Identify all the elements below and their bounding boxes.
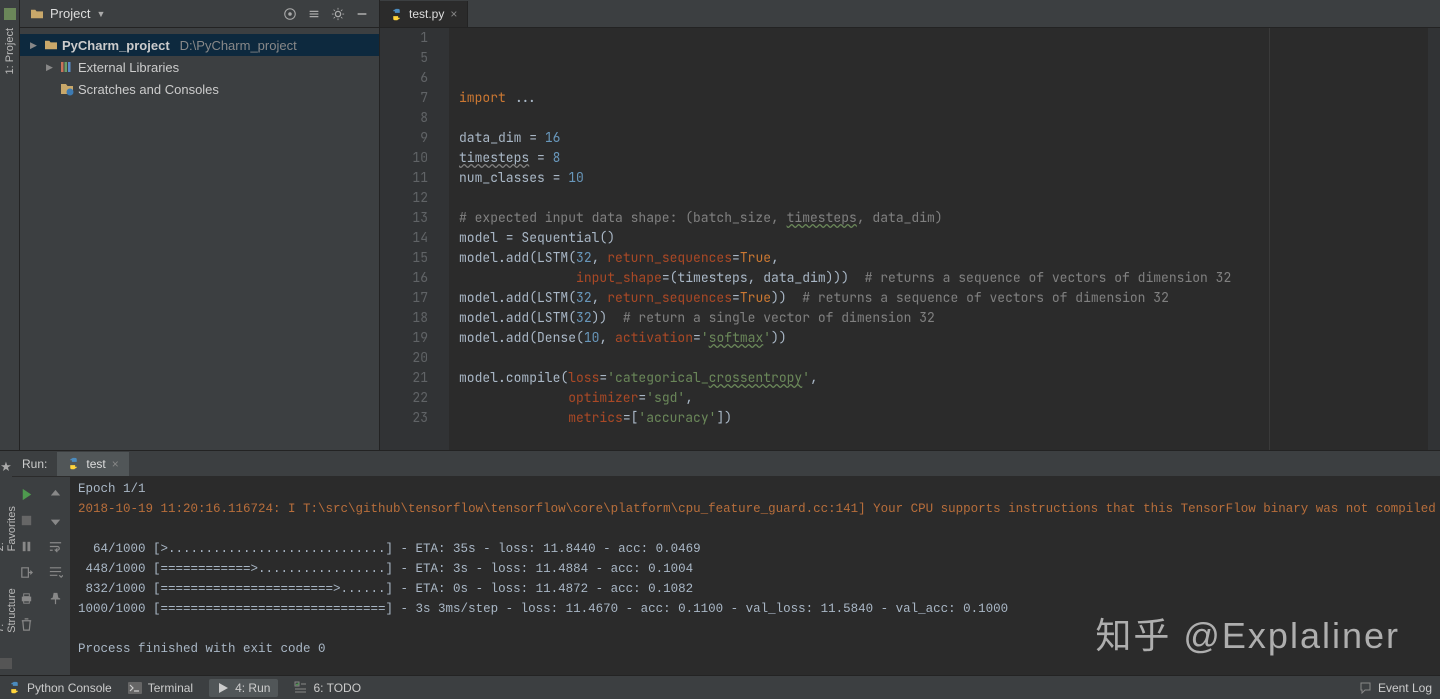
favorites-icon[interactable]: ★: [0, 459, 12, 475]
run-tab[interactable]: test ×: [57, 452, 128, 476]
fold-column[interactable]: [435, 28, 449, 450]
stop-icon[interactable]: [19, 513, 34, 528]
editor-area: test.py × 156789101112131415161718192021…: [380, 0, 1440, 450]
collapse-icon[interactable]: [307, 7, 321, 21]
tree-item-libraries[interactable]: ▶ External Libraries: [20, 56, 379, 78]
terminal-icon: [128, 682, 142, 694]
editor-tab-test[interactable]: test.py ×: [380, 1, 468, 27]
tree-root[interactable]: ▶ PyCharm_project D:\PyCharm_project: [20, 34, 379, 56]
up-icon[interactable]: [48, 487, 63, 502]
trash-icon[interactable]: [19, 617, 34, 632]
structure-tab[interactable]: 7: Structure: [0, 582, 18, 633]
run-icon: [217, 682, 229, 694]
pause-icon[interactable]: [19, 539, 34, 554]
project-tool-icon[interactable]: [4, 8, 16, 20]
library-icon: [60, 60, 74, 74]
tree-root-path: D:\PyCharm_project: [180, 38, 297, 53]
run-toolbar: [12, 477, 70, 675]
margin-line: [1269, 28, 1270, 450]
close-icon[interactable]: ×: [450, 7, 457, 21]
tree-item-scratches[interactable]: ▶ Scratches and Consoles: [20, 78, 379, 100]
run-header: Run: test ×: [12, 451, 1440, 477]
project-tree[interactable]: ▶ PyCharm_project D:\PyCharm_project ▶ E…: [20, 28, 379, 106]
down-icon[interactable]: [48, 513, 63, 528]
target-icon[interactable]: [283, 7, 297, 21]
status-bar: Python Console Terminal 4: Run 6: TODO E…: [0, 675, 1440, 699]
sb-todo[interactable]: 6: TODO: [294, 681, 361, 695]
sb-run[interactable]: 4: Run: [209, 679, 278, 697]
editor[interactable]: 1567891011121314151617181920212223 impor…: [380, 28, 1440, 450]
rerun-icon[interactable]: [19, 487, 34, 502]
print-icon[interactable]: [19, 591, 34, 606]
tree-item-label: External Libraries: [78, 60, 179, 75]
event-log-icon: [1359, 681, 1372, 694]
sb-event-log[interactable]: Event Log: [1359, 681, 1432, 695]
console-output[interactable]: Epoch 1/12018-10-19 11:20:16.116724: I T…: [70, 477, 1440, 675]
tree-item-label: Scratches and Consoles: [78, 82, 219, 97]
project-tool-tab[interactable]: 1: Project: [4, 28, 16, 74]
line-gutter[interactable]: 1567891011121314151617181920212223: [380, 28, 435, 450]
scratches-icon: [60, 82, 74, 96]
editor-tabs: test.py ×: [380, 0, 1440, 28]
run-section: ★ 2: Favorites 7: Structure Run: test ×: [0, 450, 1440, 675]
expand-icon[interactable]: ▶: [46, 62, 56, 73]
project-pane: Project ▼ ▶ PyCharm_project D:\PyCharm_p…: [20, 0, 380, 450]
gear-icon[interactable]: [331, 7, 345, 21]
expand-icon[interactable]: ▶: [30, 40, 40, 51]
python-file-icon: [67, 457, 80, 470]
run-label: Run:: [12, 457, 57, 471]
error-stripe[interactable]: [1428, 28, 1440, 450]
project-view-selector[interactable]: Project ▼: [30, 6, 105, 21]
python-file-icon: [390, 8, 403, 21]
left-tool-bar: 1: Project: [0, 0, 20, 450]
folder-icon: [44, 39, 58, 51]
python-icon: [8, 681, 21, 694]
tab-label: test.py: [409, 7, 444, 21]
code-area[interactable]: import ...data_dim = 16timesteps = 8num_…: [449, 28, 1440, 450]
chevron-down-icon: ▼: [96, 9, 105, 19]
pin-icon[interactable]: [48, 591, 63, 606]
sb-terminal[interactable]: Terminal: [128, 681, 193, 695]
todo-icon: [294, 681, 307, 694]
scroll-icon[interactable]: [48, 565, 63, 580]
close-icon[interactable]: ×: [112, 457, 119, 471]
toolwin-icon[interactable]: [0, 658, 12, 669]
folder-icon: [30, 8, 44, 20]
project-label: Project: [50, 6, 90, 21]
exit-icon[interactable]: [19, 565, 34, 580]
hide-icon[interactable]: [355, 7, 369, 21]
sb-python-console[interactable]: Python Console: [8, 681, 112, 695]
project-header: Project ▼: [20, 0, 379, 28]
run-tab-label: test: [86, 457, 105, 471]
tree-root-name: PyCharm_project: [62, 38, 170, 53]
wrap-icon[interactable]: [48, 539, 63, 554]
favorites-tab[interactable]: 2: Favorites: [0, 500, 18, 551]
left-tool-bar-lower: ★ 2: Favorites 7: Structure: [0, 451, 12, 675]
